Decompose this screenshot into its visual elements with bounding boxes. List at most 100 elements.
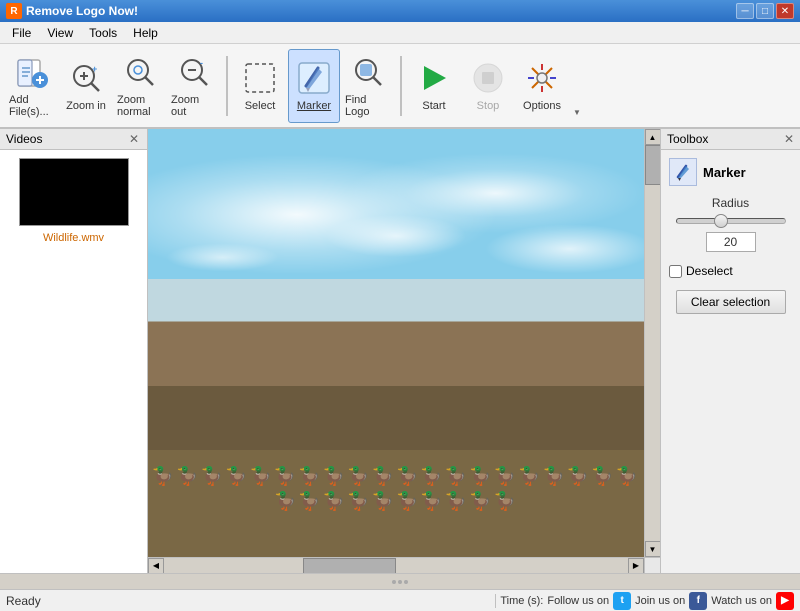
menu-bar: File View Tools Help: [0, 22, 800, 44]
find-logo-button[interactable]: Find Logo: [342, 49, 394, 123]
scroll-thumb-horizontal[interactable]: [303, 558, 396, 574]
facebook-icon[interactable]: f: [689, 592, 707, 610]
marker-tool-icon: [669, 158, 697, 186]
videos-panel: Videos ✕ Wildlife.wmv: [0, 129, 148, 573]
videos-panel-header: Videos ✕: [0, 129, 147, 150]
zoom-in-label: Zoom in: [66, 100, 106, 112]
drag-dot-3: [404, 580, 408, 584]
start-label: Start: [422, 100, 445, 112]
title-bar: R Remove Logo Now! ─ □ ✕: [0, 0, 800, 22]
marker-icon: [296, 60, 332, 96]
youtube-icon[interactable]: ▶: [776, 592, 794, 610]
scroll-track-horizontal[interactable]: [164, 558, 628, 574]
drag-indicator: [392, 580, 408, 584]
toolbox-panel: Toolbox ✕ Marker Radius 20: [660, 129, 800, 573]
select-button[interactable]: Select: [234, 49, 286, 123]
marker-label: Marker: [297, 100, 331, 112]
marker-section-header: Marker: [669, 158, 746, 186]
zoom-out-icon: -: [176, 54, 212, 90]
video-filename[interactable]: Wildlife.wmv: [43, 232, 104, 244]
maximize-button[interactable]: □: [756, 3, 774, 19]
deselect-checkbox[interactable]: [669, 265, 682, 278]
zoom-out-label: Zoom out: [171, 94, 217, 118]
video-frame: [148, 129, 644, 557]
twitter-icon[interactable]: t: [613, 592, 631, 610]
add-files-label: Add File(s)...: [9, 94, 55, 118]
find-logo-icon: [350, 54, 386, 90]
follow-us-label: Follow us on: [547, 595, 609, 607]
close-button[interactable]: ✕: [776, 3, 794, 19]
vertical-scrollbar[interactable]: ▲ ▼: [644, 129, 660, 557]
separator-2: [400, 56, 402, 116]
deselect-label[interactable]: Deselect: [686, 264, 733, 278]
find-logo-label: Find Logo: [345, 94, 391, 118]
scroll-right-arrow[interactable]: ▶: [628, 558, 644, 574]
menu-view[interactable]: View: [39, 24, 81, 42]
horizontal-scrollbar[interactable]: ◀ ▶: [148, 557, 644, 573]
window-title: Remove Logo Now!: [26, 4, 736, 18]
zoom-in-icon: +: [68, 60, 104, 96]
scroll-corner: [644, 557, 660, 573]
radius-slider-thumb[interactable]: [714, 214, 728, 228]
canvas-area[interactable]: ▲ ▼ ◀ ▶: [148, 129, 660, 573]
status-right: Time (s): Follow us on t Join us on f Wa…: [500, 592, 794, 610]
toolbar: Add File(s)... + Zoom in Zoom normal: [0, 44, 800, 129]
toolbox-title: Toolbox: [667, 132, 708, 146]
toolbox-close-button[interactable]: ✕: [784, 132, 794, 146]
add-files-button[interactable]: Add File(s)...: [6, 49, 58, 123]
radius-label: Radius: [712, 196, 749, 210]
scroll-track-vertical[interactable]: [645, 145, 661, 541]
deselect-row: Deselect: [669, 264, 733, 278]
videos-title: Videos: [6, 132, 42, 146]
scroll-left-arrow[interactable]: ◀: [148, 558, 164, 574]
svg-text:-: -: [200, 58, 203, 68]
status-bar: Ready Time (s): Follow us on t Join us o…: [0, 589, 800, 611]
scroll-thumb-vertical[interactable]: [645, 145, 661, 185]
menu-file[interactable]: File: [4, 24, 39, 42]
radius-slider[interactable]: [676, 218, 786, 224]
zoom-in-button[interactable]: + Zoom in: [60, 49, 112, 123]
toolbox-header: Toolbox ✕: [661, 129, 800, 150]
clear-selection-button[interactable]: Clear selection: [676, 290, 786, 314]
scroll-up-arrow[interactable]: ▲: [645, 129, 661, 145]
videos-close-button[interactable]: ✕: [127, 132, 141, 146]
videos-list: Wildlife.wmv: [0, 150, 147, 252]
toolbox-body: Marker Radius 20 Deselect Clear selectio…: [661, 150, 800, 322]
start-button[interactable]: Start: [408, 49, 460, 123]
zoom-out-button[interactable]: - Zoom out: [168, 49, 220, 123]
stop-icon: [470, 60, 506, 96]
marker-button[interactable]: Marker: [288, 49, 340, 123]
menu-tools[interactable]: Tools: [81, 24, 125, 42]
drag-dot-1: [392, 580, 396, 584]
main-content: Videos ✕ Wildlife.wmv ▲ ▼ ◀ ▶: [0, 129, 800, 573]
video-thumbnail[interactable]: [19, 158, 129, 226]
zoom-normal-button[interactable]: Zoom normal: [114, 49, 166, 123]
radius-value[interactable]: 20: [706, 232, 756, 252]
options-icon: [524, 60, 560, 96]
select-label: Select: [245, 100, 276, 112]
status-separator-1: [495, 594, 496, 608]
zoom-normal-label: Zoom normal: [117, 94, 163, 118]
marker-tool-label: Marker: [703, 165, 746, 180]
menu-help[interactable]: Help: [125, 24, 166, 42]
add-file-icon: [14, 54, 50, 90]
select-icon: [242, 60, 278, 96]
svg-text:+: +: [92, 64, 97, 74]
separator-1: [226, 56, 228, 116]
window-controls: ─ □ ✕: [736, 3, 794, 19]
stop-label: Stop: [477, 100, 500, 112]
options-button[interactable]: Options: [516, 49, 568, 123]
time-label: Time (s):: [500, 595, 543, 607]
drag-dot-2: [398, 580, 402, 584]
image-view[interactable]: [148, 129, 644, 557]
scroll-down-arrow[interactable]: ▼: [645, 541, 661, 557]
zoom-normal-icon: [122, 54, 158, 90]
status-text: Ready: [6, 594, 491, 608]
options-label: Options: [523, 100, 561, 112]
toolbar-dropdown[interactable]: [570, 49, 584, 123]
drag-handle[interactable]: [0, 573, 800, 589]
watch-us-label: Watch us on: [711, 595, 772, 607]
minimize-button[interactable]: ─: [736, 3, 754, 19]
app-icon: R: [6, 3, 22, 19]
join-us-label: Join us on: [635, 595, 685, 607]
